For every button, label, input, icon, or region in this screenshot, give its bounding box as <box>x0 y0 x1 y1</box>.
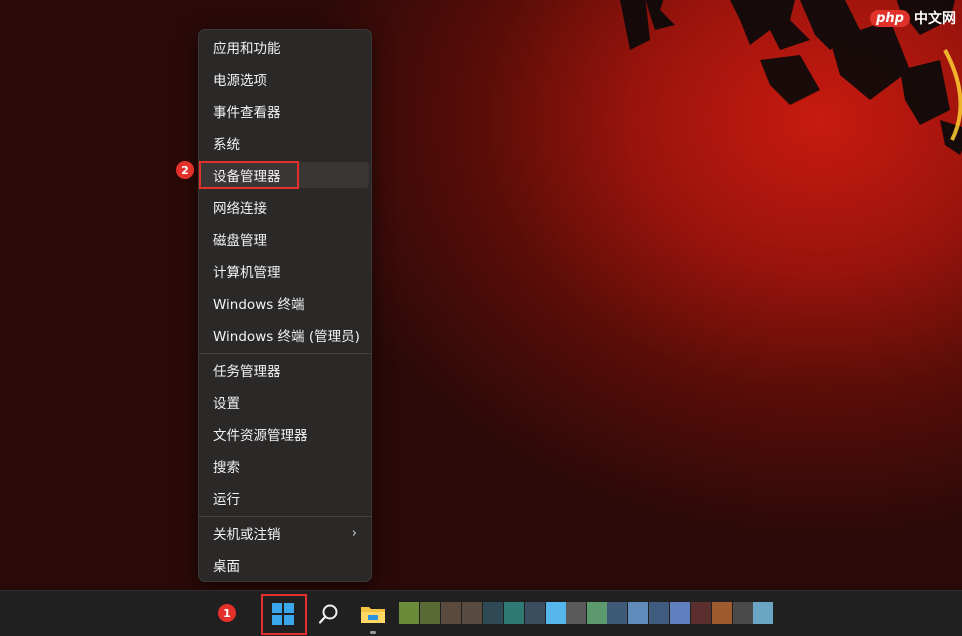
running-indicator <box>370 631 376 634</box>
menu-item-power-options[interactable]: 电源选项 <box>201 66 369 92</box>
menu-item-windows-terminal-admin[interactable]: Windows 终端 (管理员) <box>201 322 369 348</box>
pinned-app-tile[interactable] <box>587 602 607 624</box>
pinned-app-tile[interactable] <box>712 602 732 624</box>
file-explorer-icon[interactable] <box>358 599 388 629</box>
pinned-app-tile[interactable] <box>691 602 711 624</box>
menu-item-system[interactable]: 系统 <box>201 130 369 156</box>
step-marker-1: 1 <box>218 604 236 622</box>
desktop-wallpaper: php 中文网 <box>0 0 962 590</box>
menu-item-settings[interactable]: 设置 <box>201 389 369 415</box>
watermark-text: 中文网 <box>914 11 956 27</box>
pinned-app-tile[interactable] <box>546 602 566 624</box>
search-icon[interactable] <box>314 599 344 629</box>
menu-item-apps-features[interactable]: 应用和功能 <box>201 34 369 60</box>
taskbar: 1 <box>0 590 962 636</box>
menu-item-task-manager[interactable]: 任务管理器 <box>201 357 369 383</box>
pinned-app-tile[interactable] <box>420 602 440 624</box>
menu-separator <box>199 353 371 354</box>
menu-item-disk-management[interactable]: 磁盘管理 <box>201 226 369 252</box>
menu-item-run[interactable]: 运行 <box>201 485 369 511</box>
menu-item-event-viewer[interactable]: 事件查看器 <box>201 98 369 124</box>
menu-separator <box>199 516 371 517</box>
pinned-app-tile[interactable] <box>399 602 419 624</box>
windows-start-icon[interactable] <box>268 599 298 629</box>
step-marker-2: 2 <box>176 161 194 179</box>
pinned-app-tile[interactable] <box>525 602 545 624</box>
watermark-badge: php <box>870 9 910 27</box>
pinned-app-tile[interactable] <box>607 602 627 624</box>
pinned-app-tile[interactable] <box>462 602 482 624</box>
winx-context-menu: 应用和功能 电源选项 事件查看器 系统 设备管理器 网络连接 磁盘管理 计算机管… <box>198 29 372 582</box>
pinned-app-tile[interactable] <box>441 602 461 624</box>
menu-item-network-connections[interactable]: 网络连接 <box>201 194 369 220</box>
pinned-app-tile[interactable] <box>504 602 524 624</box>
menu-item-desktop[interactable]: 桌面 <box>201 552 369 578</box>
pinned-app-tile[interactable] <box>753 602 773 624</box>
menu-item-search[interactable]: 搜索 <box>201 453 369 479</box>
php-watermark: php 中文网 <box>870 8 956 28</box>
menu-item-device-manager[interactable]: 设备管理器 <box>201 162 369 188</box>
pinned-app-tile[interactable] <box>733 602 753 624</box>
menu-item-computer-management[interactable]: 计算机管理 <box>201 258 369 284</box>
pinned-app-tile[interactable] <box>670 602 690 624</box>
pinned-app-tile[interactable] <box>483 602 503 624</box>
chevron-right-icon: › <box>351 525 357 541</box>
menu-item-file-explorer[interactable]: 文件资源管理器 <box>201 421 369 447</box>
pinned-app-tile[interactable] <box>649 602 669 624</box>
pinned-app-tile[interactable] <box>628 602 648 624</box>
menu-item-windows-terminal[interactable]: Windows 终端 <box>201 290 369 316</box>
menu-item-shutdown-signout[interactable]: 关机或注销 › <box>201 520 369 546</box>
pinned-app-tile[interactable] <box>566 602 586 624</box>
